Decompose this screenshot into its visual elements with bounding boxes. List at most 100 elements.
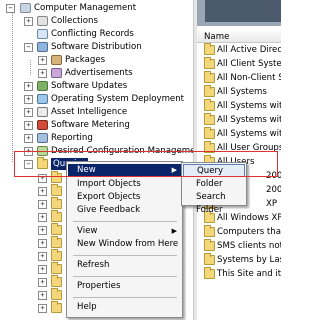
list-item-label: All Client System <box>217 59 281 69</box>
menu-item-search-folder[interactable]: Search Folder <box>183 191 245 215</box>
expand-icon[interactable]: + <box>38 239 47 248</box>
query-icon <box>204 225 215 237</box>
computer-icon <box>20 3 31 13</box>
submenu-arrow-icon: ▶ <box>171 166 177 174</box>
menu-item-refresh[interactable]: Refresh <box>68 259 181 272</box>
list-item-label: Computers that <box>217 227 281 237</box>
package-icon <box>51 55 62 65</box>
tree-line <box>30 60 31 75</box>
expand-icon[interactable]: + <box>38 291 47 300</box>
folder-icon <box>51 275 62 287</box>
menu-item-label: New <box>77 165 96 175</box>
reporting-icon <box>37 133 48 143</box>
expand-icon[interactable]: + <box>24 134 33 143</box>
folder-icon <box>51 171 62 183</box>
menu-item-view[interactable]: View ▶ <box>68 225 181 238</box>
list-item-label: Systems by Last <box>217 255 281 265</box>
expand-icon[interactable]: + <box>38 304 47 313</box>
menu-item-label: View <box>77 226 98 236</box>
asset-intelligence-icon <box>37 107 48 117</box>
expand-icon[interactable]: + <box>24 121 33 130</box>
tree-label: Software Metering <box>51 120 130 130</box>
menu-item-give-feedback[interactable]: Give Feedback <box>68 204 181 217</box>
advertisement-icon <box>51 68 62 78</box>
expand-icon[interactable]: + <box>38 213 47 222</box>
folder-icon <box>51 197 62 209</box>
query-icon <box>204 113 215 125</box>
dcm-icon <box>37 146 48 156</box>
expand-icon[interactable]: + <box>24 108 33 117</box>
folder-icon <box>51 223 62 235</box>
tree-label: Operating System Deployment <box>51 94 185 104</box>
menu-item-folder[interactable]: Folder <box>183 178 245 191</box>
expand-icon[interactable]: + <box>38 226 47 235</box>
records-icon <box>37 29 48 39</box>
expand-icon[interactable]: + <box>38 200 47 209</box>
list-item-label: All Systems with <box>217 101 281 111</box>
tree-label: Asset Intelligence <box>51 107 128 117</box>
tree-label: Computer Management <box>34 3 137 13</box>
tree-label: Conflicting Records <box>51 29 134 39</box>
folder-icon <box>37 157 48 169</box>
query-icon <box>204 267 215 279</box>
tree-label: Packages <box>65 55 106 65</box>
list-item-label: XP <box>266 199 278 209</box>
list-item-label: 2000 <box>266 171 281 181</box>
tree-label: Collections <box>51 16 98 26</box>
tree-label: Software Distribution <box>51 42 142 52</box>
query-icon <box>204 239 215 251</box>
menu-item-help[interactable]: Help <box>68 301 181 314</box>
expand-icon[interactable]: + <box>24 95 33 104</box>
column-header-name[interactable]: Name <box>197 31 281 43</box>
expand-icon[interactable]: + <box>38 252 47 261</box>
list-item-label: All User Groups <box>217 143 281 153</box>
menu-item-query[interactable]: Query <box>183 164 245 177</box>
expand-icon[interactable]: + <box>24 17 33 26</box>
tree-line <box>12 12 13 162</box>
menu-separator <box>73 221 177 222</box>
expand-icon[interactable]: + <box>38 278 47 287</box>
menu-item-import-objects[interactable]: Import Objects <box>68 178 181 191</box>
list-item-label: All Non-Client Sy <box>217 73 281 83</box>
menu-item-new-window[interactable]: New Window from Here <box>68 238 181 251</box>
expand-icon[interactable]: + <box>24 147 33 156</box>
software-distribution-icon <box>37 42 48 52</box>
query-icon <box>204 57 215 69</box>
new-submenu: Query Folder Search Folder <box>181 162 247 215</box>
expand-icon[interactable]: + <box>38 187 47 196</box>
query-icon <box>204 71 215 83</box>
collections-icon <box>37 16 48 26</box>
query-icon <box>204 127 215 139</box>
expand-icon[interactable]: + <box>24 82 33 91</box>
expand-icon[interactable]: + <box>38 69 47 78</box>
expand-icon[interactable]: + <box>38 56 47 65</box>
tree-label: Desired Configuration Management <box>51 146 193 156</box>
folder-icon <box>51 249 62 261</box>
collapse-icon[interactable]: − <box>24 43 33 52</box>
folder-icon <box>51 301 62 313</box>
menu-item-new[interactable]: New ▶ <box>68 164 181 177</box>
tree-label: Software Updates <box>51 81 128 91</box>
folder-icon <box>51 210 62 222</box>
list-item-label: This Site and its S <box>217 269 281 279</box>
tree-label: Reporting <box>51 133 93 143</box>
expand-icon[interactable]: + <box>38 265 47 274</box>
list-item-label: All Systems with <box>217 129 281 139</box>
list-item-label: All Active Directo <box>217 45 281 55</box>
folder-icon <box>51 288 62 300</box>
context-menu: New ▶ Import Objects Export Objects Give… <box>66 161 183 318</box>
software-updates-icon <box>37 81 48 91</box>
menu-separator <box>73 255 177 256</box>
expand-icon[interactable]: + <box>38 174 47 183</box>
os-deployment-icon <box>37 94 48 104</box>
menu-separator <box>73 297 177 298</box>
menu-item-export-objects[interactable]: Export Objects <box>68 191 181 204</box>
folder-icon <box>51 184 62 196</box>
menu-item-properties[interactable]: Properties <box>68 280 181 293</box>
results-pane: Name All Active Directo All Client Syste… <box>197 0 281 320</box>
query-icon <box>204 85 215 97</box>
list-item-label: 2000 <box>266 185 281 195</box>
collapse-icon[interactable]: − <box>24 160 33 169</box>
tree-label: Advertisements <box>65 68 133 78</box>
collapse-icon[interactable]: − <box>6 4 15 13</box>
